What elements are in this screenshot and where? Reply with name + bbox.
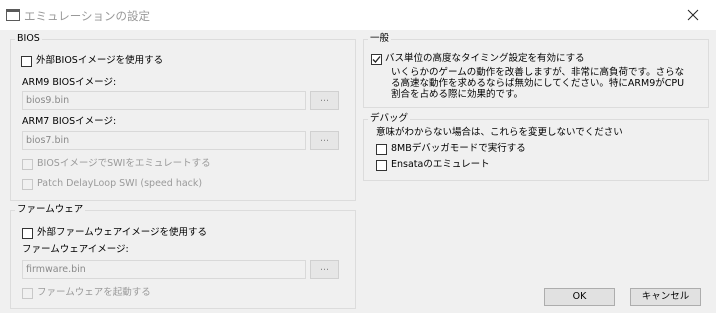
arm7-browse-button[interactable]: ...	[310, 131, 339, 150]
ensata-emulate-label[interactable]: Ensataのエミュレート	[391, 158, 490, 172]
debug-legend: デバッグ	[368, 112, 411, 126]
ensata-emulate-checkbox[interactable]	[376, 160, 387, 171]
ok-button[interactable]: OK	[544, 288, 615, 306]
arm9-bios-label: ARM9 BIOSイメージ:	[22, 77, 117, 88]
checkmark-icon	[372, 56, 381, 63]
debugger-8mb-checkbox[interactable]	[376, 144, 387, 155]
arm7-bios-label: ARM7 BIOSイメージ:	[22, 116, 117, 127]
patch-delayloop-label[interactable]: Patch DelayLoop SWI (speed hack)	[37, 177, 202, 191]
close-icon	[687, 9, 699, 21]
bus-timing-checkbox[interactable]	[371, 54, 382, 65]
use-external-bios-label[interactable]: 外部BIOSイメージを使用する	[36, 54, 163, 68]
use-external-firmware-checkbox[interactable]	[22, 228, 33, 239]
cancel-button[interactable]: キャンセル	[630, 288, 701, 306]
arm9-browse-button[interactable]: ...	[310, 91, 339, 110]
use-external-firmware-label[interactable]: 外部ファームウェアイメージを使用する	[37, 226, 207, 240]
window-icon	[6, 9, 20, 21]
swi-emulate-checkbox[interactable]	[22, 159, 33, 170]
swi-emulate-label[interactable]: BIOSイメージでSWIをエミュレートする	[37, 157, 211, 171]
close-button[interactable]	[670, 0, 716, 30]
debug-warning-text: 意味がわからない場合は、これらを変更しないでください	[376, 127, 623, 138]
bus-timing-label[interactable]: バス単位の高度なタイミング設定を有効にする	[385, 52, 585, 66]
boot-firmware-checkbox[interactable]	[22, 288, 33, 299]
debugger-8mb-label[interactable]: 8MBデバッガモードで実行する	[391, 142, 526, 156]
use-external-bios-checkbox[interactable]	[21, 56, 32, 67]
bios-legend: BIOS	[15, 32, 42, 46]
firmware-legend: ファームウェア	[15, 203, 86, 217]
firmware-image-label: ファームウェアイメージ:	[22, 244, 129, 255]
bus-timing-desc-line3: 割合を占める際に効果的です。	[391, 89, 524, 100]
title-bar: エミュレーションの設定	[0, 0, 716, 30]
arm9-bios-field[interactable]: bios9.bin	[22, 91, 306, 110]
firmware-browse-button[interactable]: ...	[310, 260, 339, 279]
boot-firmware-label[interactable]: ファームウェアを起動する	[37, 286, 151, 300]
firmware-image-field[interactable]: firmware.bin	[22, 260, 306, 279]
general-legend: 一般	[368, 32, 392, 46]
patch-delayloop-checkbox[interactable]	[22, 179, 33, 190]
arm7-bios-field[interactable]: bios7.bin	[22, 131, 306, 150]
window-title: エミュレーションの設定	[24, 9, 151, 23]
